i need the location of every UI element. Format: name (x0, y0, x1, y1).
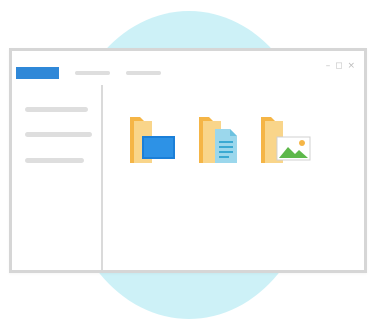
folder-with-document-icon[interactable] (198, 113, 254, 165)
folder-with-image-icon[interactable] (260, 113, 316, 165)
sidebar-item-1[interactable] (25, 107, 88, 112)
sidebar (12, 85, 103, 270)
folder-with-monitor-icon[interactable] (127, 113, 183, 165)
file-explorer-window: – ◻ × (9, 48, 367, 273)
tab-2[interactable] (75, 71, 110, 75)
tab-3[interactable] (126, 71, 161, 75)
tab-active[interactable] (16, 67, 59, 79)
sidebar-item-3[interactable] (25, 158, 84, 163)
title-bar: – ◻ × (12, 51, 364, 85)
file-area (103, 85, 364, 270)
window-controls[interactable]: – ◻ × (326, 61, 356, 71)
sidebar-item-2[interactable] (25, 132, 92, 137)
